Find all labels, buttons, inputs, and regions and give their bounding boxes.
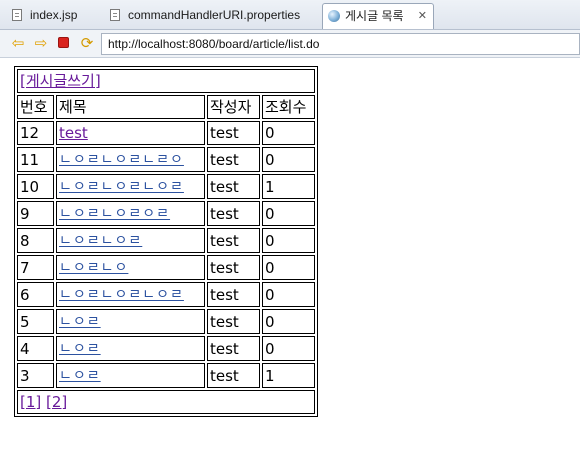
- table-row: 12 test test 0: [17, 121, 315, 145]
- cell-views: 1: [262, 174, 315, 199]
- cell-no: 8: [17, 228, 54, 253]
- table-row: 3 ㄴㅇㄹ test 1: [17, 363, 315, 388]
- page-content: [게시글쓰기] 번호 제목 작성자 조회수 12 test test 0 11 …: [0, 58, 580, 475]
- cell-views: 0: [262, 336, 315, 361]
- table-row: 11 ㄴㅇㄹㄴㅇㄹㄴㄹㅇ test 0: [17, 147, 315, 172]
- cell-no: 5: [17, 309, 54, 334]
- table-row: 9 ㄴㅇㄹㄴㅇㄹㅇㄹ test 0: [17, 201, 315, 226]
- cell-no: 7: [17, 255, 54, 280]
- cell-title: ㄴㅇㄹㄴㅇㄹㄴㅇㄹ: [56, 174, 205, 199]
- article-title-link[interactable]: ㄴㅇㄹㄴㅇ: [59, 260, 128, 276]
- article-title-link[interactable]: ㄴㅇㄹ: [59, 314, 101, 330]
- cell-no: 6: [17, 282, 54, 307]
- write-row: [게시글쓰기]: [17, 69, 315, 93]
- cell-author: test: [207, 228, 260, 253]
- file-icon: [110, 9, 120, 21]
- write-article-link[interactable]: [게시글쓰기]: [20, 72, 101, 90]
- cell-author: test: [207, 201, 260, 226]
- table-row: 8 ㄴㅇㄹㄴㅇㄹ test 0: [17, 228, 315, 253]
- cell-title: ㄴㅇㄹ: [56, 336, 205, 361]
- refresh-icon[interactable]: ⟳: [79, 35, 95, 51]
- cell-title: ㄴㅇㄹㄴㅇㄹㄴㄹㅇ: [56, 147, 205, 172]
- cell-no: 9: [17, 201, 54, 226]
- table-row: 7 ㄴㅇㄹㄴㅇ test 0: [17, 255, 315, 280]
- article-title-link[interactable]: ㄴㅇㄹㄴㅇㄹㄴㅇㄹ: [59, 287, 184, 303]
- article-title-link[interactable]: ㄴㅇㄹ: [59, 368, 101, 384]
- browser-toolbar: ⇦ ⇨ ⟳ http://localhost:8080/board/articl…: [0, 30, 580, 58]
- header-title: 제목: [56, 95, 205, 119]
- tab-article-list[interactable]: 게시글 목록 ✕: [322, 3, 434, 29]
- article-title-link[interactable]: test: [59, 124, 88, 142]
- back-icon[interactable]: ⇦: [10, 35, 26, 51]
- cell-views: 0: [262, 282, 315, 307]
- cell-views: 0: [262, 309, 315, 334]
- cell-views: 0: [262, 121, 315, 145]
- cell-no: 12: [17, 121, 54, 145]
- cell-no: 11: [17, 147, 54, 172]
- header-no: 번호: [17, 95, 54, 119]
- cell-no: 4: [17, 336, 54, 361]
- tab-label: index.jsp: [30, 8, 78, 22]
- cell-views: 0: [262, 201, 315, 226]
- tab-index-jsp[interactable]: index.jsp: [4, 3, 100, 29]
- cell-title: ㄴㅇㄹㄴㅇㄹㅇㄹ: [56, 201, 205, 226]
- cell-author: test: [207, 121, 260, 145]
- page-link-1[interactable]: [1]: [20, 393, 41, 411]
- header-author: 작성자: [207, 95, 260, 119]
- cell-views: 1: [262, 363, 315, 388]
- cell-no: 10: [17, 174, 54, 199]
- cell-title: test: [56, 121, 205, 145]
- cell-title: ㄴㅇㄹㄴㅇㄹ: [56, 228, 205, 253]
- cell-title: ㄴㅇㄹㄴㅇ: [56, 255, 205, 280]
- header-views: 조회수: [262, 95, 315, 119]
- article-title-link[interactable]: ㄴㅇㄹㄴㅇㄹㄴㄹㅇ: [59, 152, 184, 168]
- pagination-row: [1] [2]: [17, 390, 315, 414]
- cell-title: ㄴㅇㄹ: [56, 363, 205, 388]
- cell-author: test: [207, 174, 260, 199]
- tab-command-handler-properties[interactable]: commandHandlerURI.properties: [102, 3, 318, 29]
- close-icon[interactable]: ✕: [418, 4, 427, 28]
- file-icon: [12, 9, 22, 21]
- address-bar[interactable]: http://localhost:8080/board/article/list…: [101, 33, 580, 55]
- cell-title: ㄴㅇㄹㄴㅇㄹㄴㅇㄹ: [56, 282, 205, 307]
- table-row: 10 ㄴㅇㄹㄴㅇㄹㄴㅇㄹ test 1: [17, 174, 315, 199]
- cell-author: test: [207, 255, 260, 280]
- cell-author: test: [207, 336, 260, 361]
- article-title-link[interactable]: ㄴㅇㄹ: [59, 341, 101, 357]
- cell-views: 0: [262, 147, 315, 172]
- table-row: 5 ㄴㅇㄹ test 0: [17, 309, 315, 334]
- article-title-link[interactable]: ㄴㅇㄹㄴㅇㄹ: [59, 233, 142, 249]
- stop-icon[interactable]: [58, 37, 69, 48]
- table-header-row: 번호 제목 작성자 조회수: [17, 95, 315, 119]
- article-table: [게시글쓰기] 번호 제목 작성자 조회수 12 test test 0 11 …: [14, 66, 318, 417]
- write-cell: [게시글쓰기]: [17, 69, 315, 93]
- article-title-link[interactable]: ㄴㅇㄹㄴㅇㄹㅇㄹ: [59, 206, 170, 222]
- cell-author: test: [207, 309, 260, 334]
- article-title-link[interactable]: ㄴㅇㄹㄴㅇㄹㄴㅇㄹ: [59, 179, 184, 195]
- cell-no: 3: [17, 363, 54, 388]
- forward-icon[interactable]: ⇨: [33, 35, 49, 51]
- cell-views: 0: [262, 228, 315, 253]
- pagination: [1] [2]: [17, 390, 315, 414]
- table-row: 4 ㄴㅇㄹ test 0: [17, 336, 315, 361]
- cell-author: test: [207, 282, 260, 307]
- tab-label: 게시글 목록: [345, 9, 404, 23]
- table-row: 6 ㄴㅇㄹㄴㅇㄹㄴㅇㄹ test 0: [17, 282, 315, 307]
- cell-author: test: [207, 363, 260, 388]
- page-link-2[interactable]: [2]: [46, 393, 67, 411]
- globe-icon: [328, 10, 340, 22]
- tab-label: commandHandlerURI.properties: [128, 8, 301, 22]
- cell-views: 0: [262, 255, 315, 280]
- editor-tab-bar: index.jsp commandHandlerURI.properties 게…: [0, 0, 580, 30]
- cell-title: ㄴㅇㄹ: [56, 309, 205, 334]
- cell-author: test: [207, 147, 260, 172]
